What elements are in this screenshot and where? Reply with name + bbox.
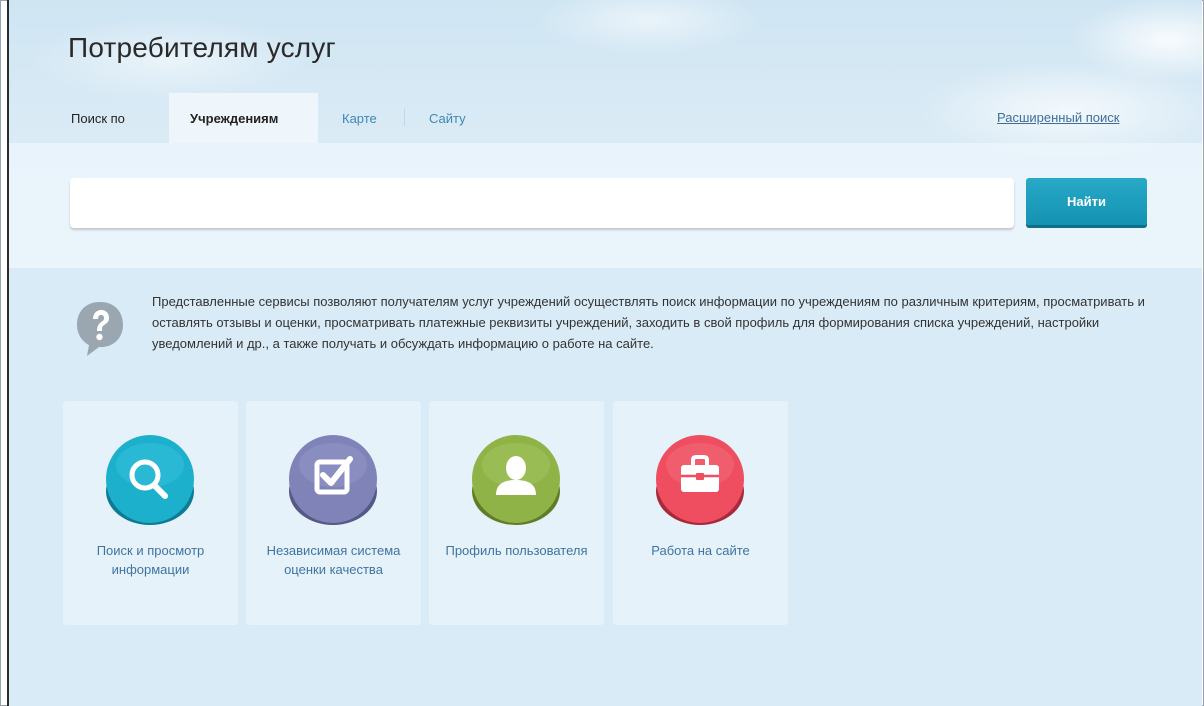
card-user-profile[interactable]: Профиль пользователя xyxy=(429,401,604,625)
briefcase-icon xyxy=(656,435,744,525)
card-site-work[interactable]: Работа на сайте xyxy=(613,401,788,625)
card-search-info[interactable]: Поиск и просмотр информации xyxy=(63,401,238,625)
card-user-profile-label: Профиль пользователя xyxy=(445,543,588,558)
tab-institutions-label: Учреждениям xyxy=(190,111,279,126)
question-bubble-icon xyxy=(77,302,123,356)
checkbox-icon xyxy=(289,435,377,525)
advanced-search-link[interactable]: Расширенный поиск xyxy=(997,110,1119,125)
tab-institutions[interactable]: Учреждениям xyxy=(169,93,318,143)
user-icon xyxy=(472,435,560,525)
card-quality-assessment[interactable]: Независимая система оценки качества xyxy=(246,401,421,625)
tab-map[interactable]: Карте xyxy=(342,111,377,126)
info-description: Представленные сервисы позволяют получат… xyxy=(152,294,1145,351)
search-button[interactable]: Найти xyxy=(1026,178,1147,225)
tab-site[interactable]: Сайту xyxy=(429,111,466,126)
search-icon xyxy=(106,435,194,525)
page-title: Потребителям услуг xyxy=(68,32,336,63)
card-quality-assessment-label: Независимая система оценки качества xyxy=(266,543,401,577)
tab-separator xyxy=(404,108,405,126)
search-input[interactable] xyxy=(70,178,1014,228)
card-search-info-label: Поиск и просмотр информации xyxy=(96,543,205,577)
search-by-label: Поиск по xyxy=(71,111,125,126)
card-site-work-label: Работа на сайте xyxy=(651,543,750,558)
consumers-panel: Потребителям услуг Поиск по Учреждениям … xyxy=(9,0,1202,706)
